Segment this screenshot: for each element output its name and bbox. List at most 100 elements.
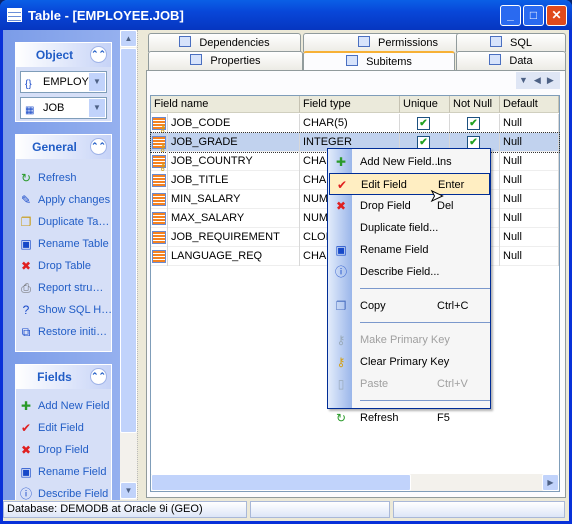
field-name: JOB_COUNTRY [168,152,300,171]
chevron-down-icon[interactable]: ▼ [89,99,105,117]
menu-item-edit-field[interactable]: ✔ Edit Field Enter [329,173,490,195]
sidebar-item-describe-field[interactable]: ⓘ Describe Field [16,483,111,500]
clear-key-icon: ⚷ [336,355,346,369]
sidebar-scrollbar[interactable]: ▲ ▼ [120,30,137,500]
sidebar-item-edit-field[interactable]: ✔ Edit Field [16,417,111,439]
restore-icon: ⧉ [21,325,31,339]
scroll-up-button[interactable]: ▲ [120,30,137,47]
tab-subitems[interactable]: Subitems [303,51,455,70]
checkbox-checked[interactable]: ✔ [417,117,430,130]
collapse-icon[interactable]: ⌃⌃ [90,138,107,155]
tab-label: Subitems [366,56,412,68]
edit-field-icon: ✔ [20,421,32,435]
menu-item-paste[interactable]: ▯ Paste Ctrl+V [329,373,490,395]
sidebar-item-label: Drop Table [38,260,91,272]
default-value: Null [500,152,559,171]
table-select[interactable]: ▦ JOB ▼ [20,97,107,119]
sidebar-item-duplicate-ta[interactable]: ❐ Duplicate Ta… [16,211,111,233]
column-header-default[interactable]: Default [500,96,559,113]
database-select[interactable]: {} EMPLOY ▼ [20,71,107,93]
refresh-icon: ↻ [20,171,32,185]
status-panel [393,501,565,518]
column-header-field-type[interactable]: Field type [300,96,400,113]
menu-item-describe-field[interactable]: ⓘ Describe Field... [329,261,490,283]
menu-item-clear-primary-key[interactable]: ⚷ Clear Primary Key [329,351,490,373]
collapse-icon[interactable]: ⌃⌃ [90,368,107,385]
close-button[interactable]: ✕ [546,5,567,26]
sidebar-item-drop-field[interactable]: ✖ Drop Field [16,439,111,461]
rename-field-icon: ▣ [335,243,347,257]
chevron-down-icon[interactable]: ▼ [89,73,105,91]
sidebar-item-label: Refresh [38,172,77,184]
add-field-icon: ✚ [335,155,347,169]
column-header-unique[interactable]: Unique [400,96,450,113]
tab-label: Data [509,55,533,67]
scroll-down-button[interactable]: ▼ [120,482,137,499]
sidebar-item-refresh[interactable]: ↻ Refresh [16,167,111,189]
tab-sql[interactable]: SQL [456,33,566,52]
menu-item-copy[interactable]: ❐ Copy Ctrl+C [329,295,490,317]
tab-properties[interactable]: Properties [148,51,303,70]
menu-item-make-primary-key[interactable]: ⚷ Make Primary Key [329,329,490,351]
field-type: CHAR(5) [300,114,400,133]
rename-field-icon: ▣ [20,465,32,479]
splitter[interactable] [137,30,146,500]
sidebar-item-report-stru[interactable]: ⎙ Report stru… [16,277,111,299]
sidebar-item-rename-table[interactable]: ▣ Rename Table [16,233,111,255]
menu-item-refresh[interactable]: ↻ Refresh F5 [329,407,490,429]
default-value: Null [500,209,559,228]
panel-title: General [32,140,77,154]
data-icon [489,54,502,65]
maximize-button[interactable]: □ [523,5,544,26]
menu-item-shortcut: Ctrl+V [437,378,468,390]
printer-icon: ⎙ [21,281,31,295]
apply-icon: ✎ [20,193,32,207]
field-icon-cell: ⚷ [151,152,168,171]
fields-panel: Fields ⌃⌃ ✚ Add New Field ✔ Edit Field ✖ Drop … [15,364,112,500]
tab-scroll-buttons[interactable]: ▼◀▶ [516,72,560,89]
sidebar-item-label: Rename Field [38,466,107,478]
sidebar-item-label: Show SQL H… [38,304,111,316]
status-text: Database: DEMODB at Oracle 9i (GEO) [3,501,247,518]
key-icon: ⚷ [159,124,167,133]
fields-panel-header: Fields ⌃⌃ [16,365,111,389]
field-name: JOB_GRADE [168,133,300,152]
sidebar-item-show-sql-h[interactable]: ? Show SQL H… [16,299,111,321]
menu-item-rename-field[interactable]: ▣ Rename Field [329,239,490,261]
tab-data[interactable]: Data [456,51,566,70]
title-bar: Table - [EMPLOYEE.JOB] _ □ ✕ [0,0,572,30]
rename-icon: ▣ [20,237,32,251]
menu-item-drop-field[interactable]: ✖ Drop Field Del [329,195,490,217]
field-icon [152,212,166,225]
sidebar-item-rename-field[interactable]: ▣ Rename Field [16,461,111,483]
horizontal-scrollbar[interactable]: ▶ [151,474,559,491]
minimize-button[interactable]: _ [500,5,521,26]
collapse-icon[interactable]: ⌃⌃ [90,46,107,63]
menu-item-add-new-field[interactable]: ✚ Add New Field... Ins [329,151,490,173]
table-icon [7,8,22,22]
sidebar-item-apply-changes[interactable]: ✎ Apply changes [16,189,111,211]
subitems-icon [346,55,359,66]
refresh-icon: ↻ [335,411,347,425]
scrollbar-thumb[interactable] [151,474,411,491]
sidebar-item-label: Drop Field [38,444,89,456]
table-row[interactable]: ⚷ JOB_CODE CHAR(5) ✔ ✔ Null [151,114,559,133]
tab-dependencies[interactable]: Dependencies [148,33,301,52]
field-icon-cell: ⚷ [151,114,168,133]
sidebar-item-label: Report stru… [38,282,104,294]
unique-cell: ✔ [400,114,450,133]
scroll-right-button[interactable]: ▶ [542,474,559,491]
column-header-field-name[interactable]: Field name [151,96,300,113]
sidebar-item-drop-table[interactable]: ✖ Drop Table [16,255,111,277]
menu-item-label: Edit Field [361,179,407,191]
field-name: MIN_SALARY [168,190,300,209]
sidebar-item-add-new-field[interactable]: ✚ Add New Field [16,395,111,417]
checkbox-checked[interactable]: ✔ [467,117,480,130]
menu-item-duplicate-field[interactable]: Duplicate field... [329,217,490,239]
sidebar-item-label: Rename Table [38,238,109,250]
field-icon [152,231,166,244]
sidebar-item-restore-initi[interactable]: ⧉ Restore initi… [16,321,111,343]
panel-title: Fields [37,370,72,384]
scrollbar-thumb[interactable] [120,48,137,433]
column-header-not-null[interactable]: Not Null [450,96,500,113]
